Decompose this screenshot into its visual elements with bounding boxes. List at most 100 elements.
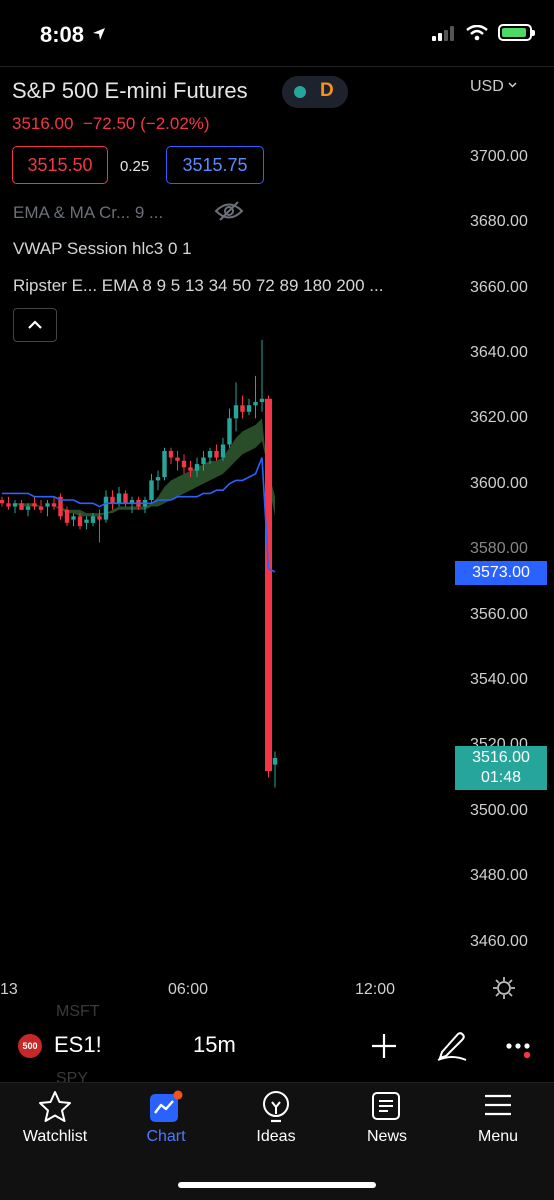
chevron-up-icon [28, 320, 42, 329]
last-price: 3516.00 [12, 114, 74, 133]
x-tick: 06:00 [168, 981, 209, 998]
candle-body [188, 467, 193, 471]
candle-body [45, 503, 50, 507]
candle-body [103, 496, 109, 520]
candle-body [123, 493, 128, 504]
symbol-title[interactable]: S&P 500 E-mini Futures [12, 78, 248, 104]
y-tick: 3580.00 [470, 540, 528, 557]
candle-body [207, 451, 213, 458]
candle-body [175, 457, 180, 461]
tab-chart-label: Chart [146, 1128, 186, 1145]
candle-body [25, 506, 31, 510]
candle-body [19, 503, 24, 510]
y-tick: 3460.00 [470, 933, 528, 950]
tab-menu[interactable] [448, 1090, 548, 1125]
status-time: 8:08 [40, 22, 106, 48]
y-tick: 3680.00 [470, 213, 528, 230]
tab-menu-label: Menu [477, 1128, 519, 1145]
candle-body [110, 496, 115, 504]
spread-value: 0.25 [120, 158, 150, 175]
candle-body [71, 516, 76, 520]
status-icons [432, 24, 535, 41]
vwap-line [2, 457, 276, 573]
indicator-ema-ma-cross[interactable]: EMA & MA Cr... 9 ... [13, 203, 163, 223]
tab-news[interactable] [337, 1090, 437, 1127]
x-tick: 12:00 [355, 981, 396, 998]
signal-icon [432, 25, 456, 41]
hamburger-menu-icon [485, 1094, 511, 1116]
more-options-icon[interactable] [505, 1040, 535, 1060]
bar-countdown: 01:48 [480, 769, 522, 786]
indicator-ripster-ema[interactable]: Ripster E... EMA 8 9 5 13 34 50 72 89 18… [13, 276, 383, 296]
candle-body [201, 457, 206, 465]
candle-body [90, 516, 96, 523]
candle-body [97, 516, 102, 520]
ghost-symbol-above: MSFT [56, 1003, 100, 1020]
candle-body [214, 451, 219, 458]
tab-ideas[interactable] [226, 1090, 326, 1129]
status-time-text: 8:08 [40, 22, 85, 47]
currency-label: USD [470, 78, 504, 95]
collapse-indicators-button[interactable] [13, 308, 57, 342]
candle-body [32, 503, 37, 507]
tab-watchlist-label: Watchlist [22, 1128, 88, 1145]
x-tick: 13 [0, 981, 18, 998]
candle-body [253, 402, 258, 406]
y-tick: 3620.00 [470, 409, 528, 426]
candle-body [129, 500, 135, 504]
y-tick: 3700.00 [470, 148, 528, 165]
candle-body [155, 477, 161, 481]
tab-news-label: News [366, 1128, 407, 1145]
buy-button[interactable]: 3515.75 [166, 146, 264, 184]
symbol-selector[interactable]: ES1! [54, 1032, 102, 1058]
eye-hidden-icon[interactable] [214, 200, 244, 222]
interval-badge: D [320, 80, 334, 101]
drawing-tools-icon[interactable] [436, 1028, 468, 1062]
header-divider [0, 66, 554, 67]
market-status-pill[interactable]: D [282, 76, 348, 108]
wifi-icon [466, 24, 488, 40]
candle-body [227, 418, 232, 445]
y-tick: 3560.00 [470, 606, 528, 623]
candle-body [136, 500, 141, 507]
y-tick: 3600.00 [470, 475, 528, 492]
chart-settings-icon[interactable] [492, 976, 516, 1000]
candle-body [168, 451, 174, 458]
candle-body [246, 405, 252, 412]
y-tick: 3480.00 [470, 867, 528, 884]
vwap-price-tag: 3573.00 [455, 561, 547, 585]
indicator-vwap[interactable]: VWAP Session hlc3 0 1 [13, 239, 192, 259]
last-price-tag: 3516.00 01:48 [455, 746, 547, 790]
candle-body [240, 405, 245, 412]
star-icon [39, 1091, 71, 1122]
candle-body [0, 500, 5, 504]
symbol-logo-badge: 500 [18, 1034, 42, 1058]
candle-body [64, 509, 70, 523]
interval-selector[interactable]: 15m [193, 1032, 236, 1058]
candle-body [272, 758, 278, 765]
candle-body [149, 480, 154, 500]
add-icon[interactable] [370, 1032, 398, 1060]
candle-body [58, 496, 63, 517]
home-indicator [178, 1182, 376, 1188]
y-tick: 3660.00 [470, 279, 528, 296]
price-change-line: 3516.00 −72.50 (−2.02%) [12, 114, 210, 134]
candle-body [38, 506, 44, 510]
market-open-dot [294, 86, 306, 98]
sell-button[interactable]: 3515.50 [12, 146, 108, 184]
candle-body [181, 460, 187, 468]
location-arrow-icon [93, 28, 106, 40]
tab-chart[interactable] [116, 1090, 216, 1129]
news-icon [372, 1092, 400, 1120]
candle-body [6, 503, 11, 507]
tab-watchlist[interactable] [5, 1090, 105, 1127]
last-price-tag-value: 3516.00 [472, 749, 530, 766]
currency-selector[interactable]: USD [470, 78, 517, 96]
candle-body [84, 519, 89, 523]
candle-body [220, 444, 226, 458]
price-change: −72.50 (−2.02%) [82, 114, 210, 133]
ema-cloud [2, 418, 275, 517]
candle-body [162, 451, 167, 478]
candle-body [51, 503, 57, 507]
y-tick: 3540.00 [470, 671, 528, 688]
